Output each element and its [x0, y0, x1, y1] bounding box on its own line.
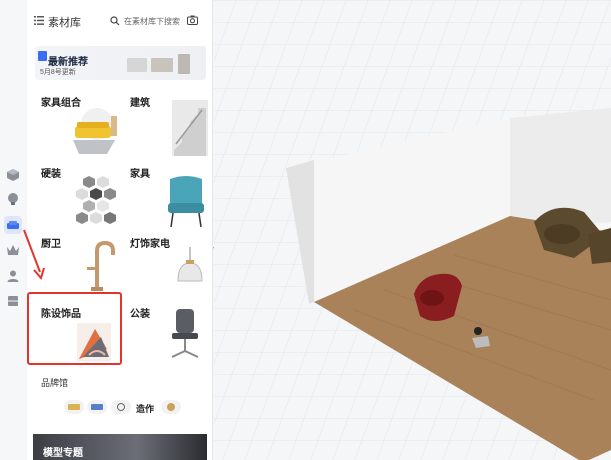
- category-label: 公装: [130, 309, 150, 320]
- armchair-image: [168, 176, 204, 228]
- menu-icon[interactable]: [34, 16, 44, 25]
- new-badge-icon: [38, 51, 47, 61]
- category-furniture-set[interactable]: 家具组合: [37, 94, 121, 164]
- office-chair-image: [171, 309, 199, 358]
- search-icon[interactable]: [110, 16, 120, 26]
- cabinet-icon[interactable]: [4, 292, 22, 310]
- brand-logo[interactable]: [111, 400, 131, 414]
- model-topic-title: 模型专题: [43, 448, 83, 459]
- bulb-icon[interactable]: [4, 190, 22, 208]
- category-office[interactable]: 公装: [126, 305, 210, 375]
- category-label: 硬装: [41, 169, 61, 180]
- pendant-lamp-image: [177, 247, 203, 282]
- camera-icon[interactable]: [187, 15, 198, 25]
- brand-logo-zhizuo[interactable]: 造作: [136, 402, 154, 415]
- banner-thumb-shelf: [151, 58, 173, 72]
- category-architecture[interactable]: 建筑: [126, 94, 210, 164]
- brand-logo[interactable]: [161, 400, 181, 414]
- tiles-image: [76, 176, 116, 224]
- model-topic-banner[interactable]: 模型专题: [33, 434, 207, 460]
- category-lighting-appliance[interactable]: 灯饰家电: [126, 235, 210, 305]
- architecture-image: [172, 100, 208, 156]
- category-furniture[interactable]: 家具: [126, 165, 210, 235]
- latest-recommend-banner[interactable]: 最新推荐 5月8号更新: [35, 46, 206, 80]
- annotation-arrow-icon: [23, 229, 45, 281]
- brand-section-title: 品牌馆: [41, 378, 69, 388]
- scene-canvas[interactable]: [214, 0, 611, 460]
- brand-logo[interactable]: [64, 400, 84, 414]
- category-label: 家具: [130, 169, 150, 180]
- category-label: 建筑: [130, 98, 150, 109]
- banner-title: 最新推荐: [48, 57, 88, 68]
- 3d-viewport[interactable]: [214, 0, 611, 460]
- banner-subtitle: 5月8号更新: [40, 69, 76, 76]
- category-label: 灯饰家电: [130, 239, 170, 250]
- faucet-image: [87, 240, 115, 291]
- decor-highlight-box: [27, 292, 122, 365]
- cube-icon[interactable]: [4, 166, 22, 184]
- furniture-set-image: [73, 108, 117, 154]
- panel-title: 素材库: [48, 17, 81, 29]
- material-library-panel: 素材库 在素材库下搜索 最新推荐 5月8号更新 家具组合 建筑 硬装 家具 厨卫…: [27, 0, 213, 460]
- panel-header: 素材库 在素材库下搜索: [27, 0, 212, 40]
- banner-thumb-cabinet: [127, 58, 147, 72]
- banner-thumb-rack: [178, 54, 190, 74]
- brand-logo[interactable]: [87, 400, 107, 414]
- search-input[interactable]: 在素材库下搜索: [124, 16, 180, 27]
- category-hard-decoration[interactable]: 硬装: [37, 165, 121, 235]
